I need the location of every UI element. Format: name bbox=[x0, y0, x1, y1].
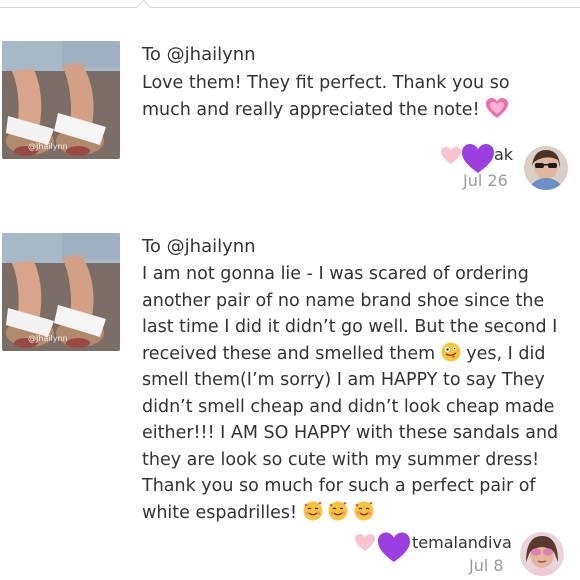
review-date: Jul 8 bbox=[469, 556, 504, 575]
photo-watermark: @Jhailynn bbox=[28, 334, 68, 343]
caret-notch bbox=[135, 0, 152, 16]
review-text-part-2: yes, I did smell them(I’m sorry) I am HA… bbox=[142, 343, 559, 523]
reviewer-username[interactable]: temalandiva bbox=[412, 533, 512, 552]
smiling-face-with-hearts-emoji bbox=[328, 501, 348, 521]
review-recipient: To @jhailynn bbox=[142, 236, 256, 257]
purple-heart-icon bbox=[355, 532, 410, 562]
photo-watermark: @Jhailynn bbox=[28, 142, 68, 151]
review-recipient: To @jhailynn bbox=[142, 44, 256, 65]
light-pink-heart-icon bbox=[441, 144, 494, 173]
zany-face-emoji bbox=[441, 342, 461, 362]
like-hearts[interactable] bbox=[354, 527, 416, 563]
top-divider bbox=[0, 0, 580, 16]
review-text: Love them! They fit perfect. Thank you s… bbox=[142, 70, 562, 123]
sparkling-heart-icon bbox=[485, 97, 509, 119]
review-date: Jul 26 bbox=[463, 171, 508, 190]
review-photo[interactable]: @Jhailynn bbox=[2, 41, 120, 159]
reviewer-avatar[interactable] bbox=[520, 532, 564, 576]
reviewer-username[interactable]: ak bbox=[494, 145, 513, 164]
like-hearts[interactable] bbox=[440, 140, 496, 174]
reviewer-avatar[interactable] bbox=[524, 146, 568, 190]
review-text: I am not gonna lie - I was scared of ord… bbox=[142, 261, 562, 526]
smiling-face-with-hearts-emoji bbox=[354, 501, 374, 521]
smiling-face-with-hearts-emoji bbox=[303, 501, 323, 521]
review-text-content: Love them! They fit perfect. Thank you s… bbox=[142, 73, 510, 120]
review-photo[interactable]: @Jhailynn bbox=[2, 233, 120, 351]
